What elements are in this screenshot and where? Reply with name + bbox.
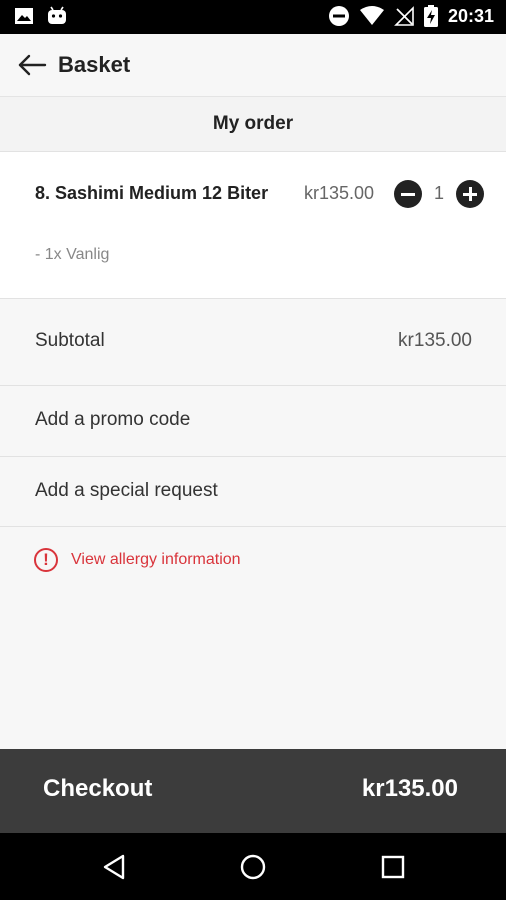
back-button[interactable]: [12, 45, 52, 85]
subtotal-value: kr135.00: [398, 330, 472, 351]
checkout-button[interactable]: Checkout kr135.00: [0, 749, 506, 833]
subtotal-label: Subtotal: [35, 330, 105, 351]
arrow-left-icon: [18, 54, 47, 76]
wifi-icon: [359, 6, 384, 25]
decrease-quantity-button[interactable]: [394, 180, 422, 208]
nav-home-button[interactable]: [236, 850, 270, 884]
home-circle-icon: [240, 854, 266, 880]
order-item: 8. Sashimi Medium 12 Biter - 1x Vanlig k…: [0, 152, 506, 299]
add-special-request-row[interactable]: Add a special request: [0, 457, 506, 527]
battery-charging-icon: [423, 5, 438, 27]
item-name: 8. Sashimi Medium 12 Biter: [35, 183, 269, 203]
back-triangle-icon: [103, 854, 125, 880]
allergy-information-link[interactable]: ! View allergy information: [34, 548, 241, 572]
special-request-label: Add a special request: [35, 480, 218, 501]
recents-square-icon: [381, 855, 405, 879]
checkout-label: Checkout: [43, 775, 153, 802]
item-price: kr135.00: [304, 183, 375, 203]
item-quantity: 1: [433, 183, 444, 203]
item-option: - 1x Vanlig: [35, 246, 110, 263]
android-icon: [48, 6, 66, 24]
checkout-total: kr135.00: [361, 775, 458, 802]
system-navigation-bar: [0, 833, 506, 900]
image-icon: [15, 8, 33, 24]
status-bar-left: [14, 6, 68, 26]
nav-recents-button[interactable]: [376, 850, 410, 884]
status-bar: 20:31: [0, 0, 506, 34]
nav-back-button[interactable]: [97, 850, 131, 884]
do-not-disturb-icon: [328, 6, 349, 26]
no-signal-icon: [394, 6, 414, 26]
promo-code-label: Add a promo code: [35, 409, 191, 430]
alert-circle-icon: !: [34, 548, 58, 572]
allergy-information-label: View allergy information: [71, 551, 241, 568]
page-title: Basket: [58, 52, 131, 77]
subtotal-row: Subtotal kr135.00: [0, 299, 506, 386]
app-bar: Basket: [0, 34, 506, 97]
status-time: 20:31: [447, 5, 494, 26]
increase-quantity-button[interactable]: [456, 180, 484, 208]
section-header-my-order: My order: [0, 97, 506, 152]
add-promo-code-row[interactable]: Add a promo code: [0, 386, 506, 457]
status-bar-right: 20:31: [328, 5, 494, 27]
